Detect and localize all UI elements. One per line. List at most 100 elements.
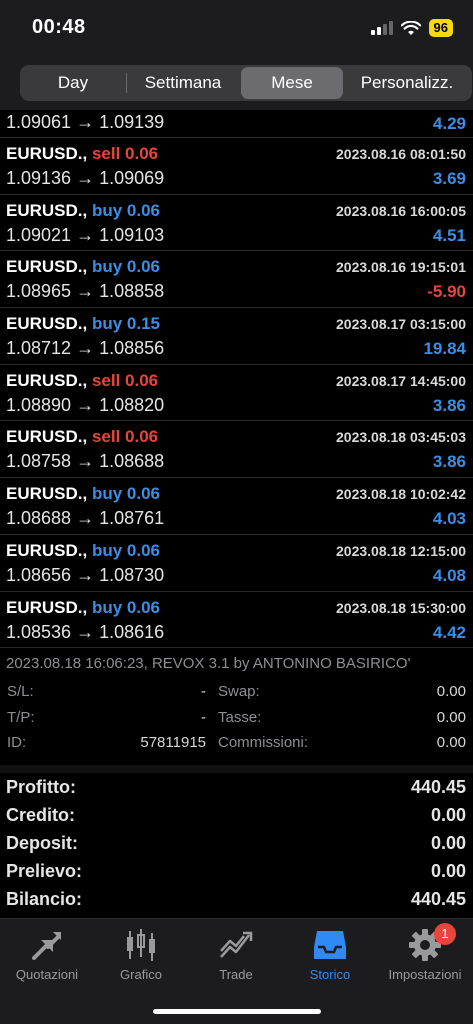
- deal-symbol: EURUSD.,: [6, 257, 88, 277]
- deal-type: buy 0.06: [91, 484, 161, 504]
- deal-symbol: EURUSD.,: [6, 540, 88, 560]
- deal-profit: 3.69: [432, 169, 466, 188]
- deal-title: EURUSD., buy 0.15: [6, 314, 160, 334]
- deal-row[interactable]: EURUSD., sell 0.06 2023.08.17 14:45:00 1.0…: [0, 365, 473, 422]
- summary-value: 0.00: [430, 833, 466, 853]
- tab-settings[interactable]: 1 Impostazioni: [378, 923, 472, 982]
- deal-datetime: 2023.08.18 12:15:00: [336, 542, 466, 559]
- commission-value: 0.00: [436, 734, 466, 751]
- summary-value: 440.45: [410, 889, 466, 909]
- deal-prices: 1.08656 → 1.08730: [6, 564, 165, 585]
- deal-title: EURUSD., buy 0.06: [6, 257, 160, 277]
- deal-profit: 3.86: [432, 395, 466, 415]
- summary-row-profit: Profitto: 440.45: [0, 773, 473, 801]
- deal-title: EURUSD., buy 0.06: [6, 541, 160, 561]
- sl-label: S/L:: [7, 683, 34, 700]
- tab-quotes[interactable]: Quotazioni: [0, 925, 94, 982]
- summary-label: Profitto:: [6, 777, 76, 797]
- tab-label: Storico: [309, 967, 351, 982]
- deal-type: buy 0.15: [91, 314, 161, 334]
- status-time: 00:48: [32, 16, 86, 38]
- swap-value: 0.00: [436, 683, 466, 700]
- status-icons: 96: [370, 19, 453, 37]
- tax-label: Tasse:: [218, 709, 262, 726]
- deal-datetime: 2023.08.17 14:45:00: [336, 372, 466, 389]
- deal-prices: 1.09021 → 1.09103: [6, 224, 165, 245]
- id-label: ID:: [7, 734, 27, 751]
- deal-type: buy 0.06: [91, 540, 161, 560]
- deal-symbol: EURUSD.,: [6, 427, 88, 447]
- deal-type: sell 0.06: [91, 370, 159, 390]
- deal-prices: 1.09136 → 1.09069: [6, 168, 165, 188]
- deal-title: EURUSD., buy 0.06: [6, 484, 160, 504]
- deal-prices: 1.08536 → 1.08616: [6, 621, 165, 642]
- deal-type: buy 0.06: [91, 257, 161, 277]
- summary-label: Deposit:: [6, 833, 78, 853]
- deal-type: sell 0.06: [91, 427, 159, 447]
- deal-row[interactable]: EURUSD., sell 0.06 2023.08.16 08:01:50 1.0…: [0, 138, 473, 195]
- deal-title: EURUSD., sell 0.06: [6, 427, 158, 447]
- period-month[interactable]: Mese: [241, 67, 343, 99]
- deal-profit: 4.03: [432, 509, 466, 529]
- id-value: 57811915: [140, 734, 206, 751]
- summary-value: 440.45: [410, 777, 466, 797]
- summary-label: Prelievo:: [6, 861, 83, 881]
- deal-profit: 19.84: [423, 339, 466, 359]
- sl-value: -: [201, 683, 206, 700]
- deal-symbol: EURUSD.,: [6, 597, 88, 617]
- summary-row-withdrawal: Prelievo: 0.00: [0, 857, 473, 885]
- swap-label: Swap:: [218, 683, 260, 700]
- deal-prices: 1.09061 → 1.09139: [6, 112, 165, 132]
- summary-label: Credito:: [6, 805, 75, 825]
- tp-value: -: [201, 709, 206, 726]
- candlestick-icon: [94, 925, 188, 965]
- deal-row[interactable]: EURUSD., sell 0.06 2023.08.18 03:45:03 1.0…: [0, 421, 473, 479]
- quotes-arrows-icon: [0, 925, 94, 965]
- tab-history[interactable]: Storico: [283, 925, 377, 982]
- deal-row[interactable]: EURUSD., buy 0.06 2023.08.18 12:15:00 1.08…: [0, 535, 473, 592]
- deal-prices: 1.08890 → 1.08820: [6, 394, 165, 415]
- deal-datetime: 2023.08.17 03:15:00: [336, 316, 466, 333]
- deal-profit: 3.86: [432, 452, 466, 472]
- history-tray-icon: [283, 925, 377, 965]
- detail-row-tp: T/P: - Tasse: 0.00: [0, 709, 473, 733]
- cellular-signal-icon: [370, 21, 393, 35]
- summary-row-balance: Bilancio: 440.45: [0, 885, 473, 913]
- deal-row[interactable]: EURUSD., buy 0.06 2023.08.16 16:00:05 1.09…: [0, 195, 473, 252]
- deal-type: buy 0.06: [91, 200, 161, 220]
- deal-title: EURUSD., buy 0.06: [6, 598, 160, 618]
- deal-symbol: EURUSD.,: [6, 200, 88, 220]
- deal-symbol: EURUSD.,: [6, 370, 88, 390]
- detail-row-id: ID: 57811915 Commissioni: 0.00: [0, 734, 473, 758]
- tab-label: Quotazioni: [15, 967, 79, 982]
- deal-title: EURUSD., buy 0.06: [6, 201, 160, 221]
- summary-label: Bilancio:: [6, 889, 83, 909]
- deal-type: sell 0.06: [91, 144, 159, 163]
- deal-row[interactable]: EURUSD., buy 0.06 2023.08.16 19:15:01 1.08…: [0, 251, 473, 309]
- deal-row[interactable]: EURUSD., buy 0.06 2023.08.18 15:30:00 1.08…: [0, 592, 473, 649]
- deal-datetime: 2023.08.16 19:15:01: [336, 259, 466, 276]
- summary-value: 0.00: [430, 805, 466, 825]
- deal-row[interactable]: 1.09061 → 1.09139 4.29: [0, 110, 473, 138]
- summary: Profitto: 440.45 Credito: 0.00 Deposit: …: [0, 773, 473, 913]
- tab-label: Grafico: [120, 967, 162, 982]
- period-day[interactable]: Day: [20, 67, 126, 99]
- period-week[interactable]: Settimana: [127, 67, 239, 99]
- deal-row[interactable]: EURUSD., buy 0.15 2023.08.17 03:15:00 1.08…: [0, 308, 473, 365]
- home-indicator[interactable]: [153, 1009, 321, 1014]
- tab-trade[interactable]: Trade: [189, 925, 283, 982]
- deal-row[interactable]: EURUSD., buy 0.06 2023.08.18 10:02:42 1.08…: [0, 478, 473, 535]
- tab-chart[interactable]: Grafico: [94, 925, 188, 982]
- deal-symbol: EURUSD.,: [6, 314, 88, 334]
- deal-title: EURUSD., sell 0.06: [6, 144, 158, 164]
- gear-icon: [378, 925, 472, 965]
- period-custom[interactable]: Personalizz.: [343, 67, 471, 99]
- deal-datetime: 2023.08.16 08:01:50: [336, 146, 466, 162]
- deal-type: buy 0.06: [91, 597, 161, 617]
- summary-row-deposit: Deposit: 0.00: [0, 829, 473, 857]
- deal-list[interactable]: 1.09061 → 1.09139 4.29 EURUSD., sell 0.0…: [0, 110, 473, 649]
- battery-indicator: 96: [428, 19, 453, 37]
- deal-profit: -5.90: [427, 282, 466, 302]
- period-selector-bar: Day Settimana Mese Personalizz.: [0, 56, 473, 110]
- trade-chart-icon: [189, 925, 283, 965]
